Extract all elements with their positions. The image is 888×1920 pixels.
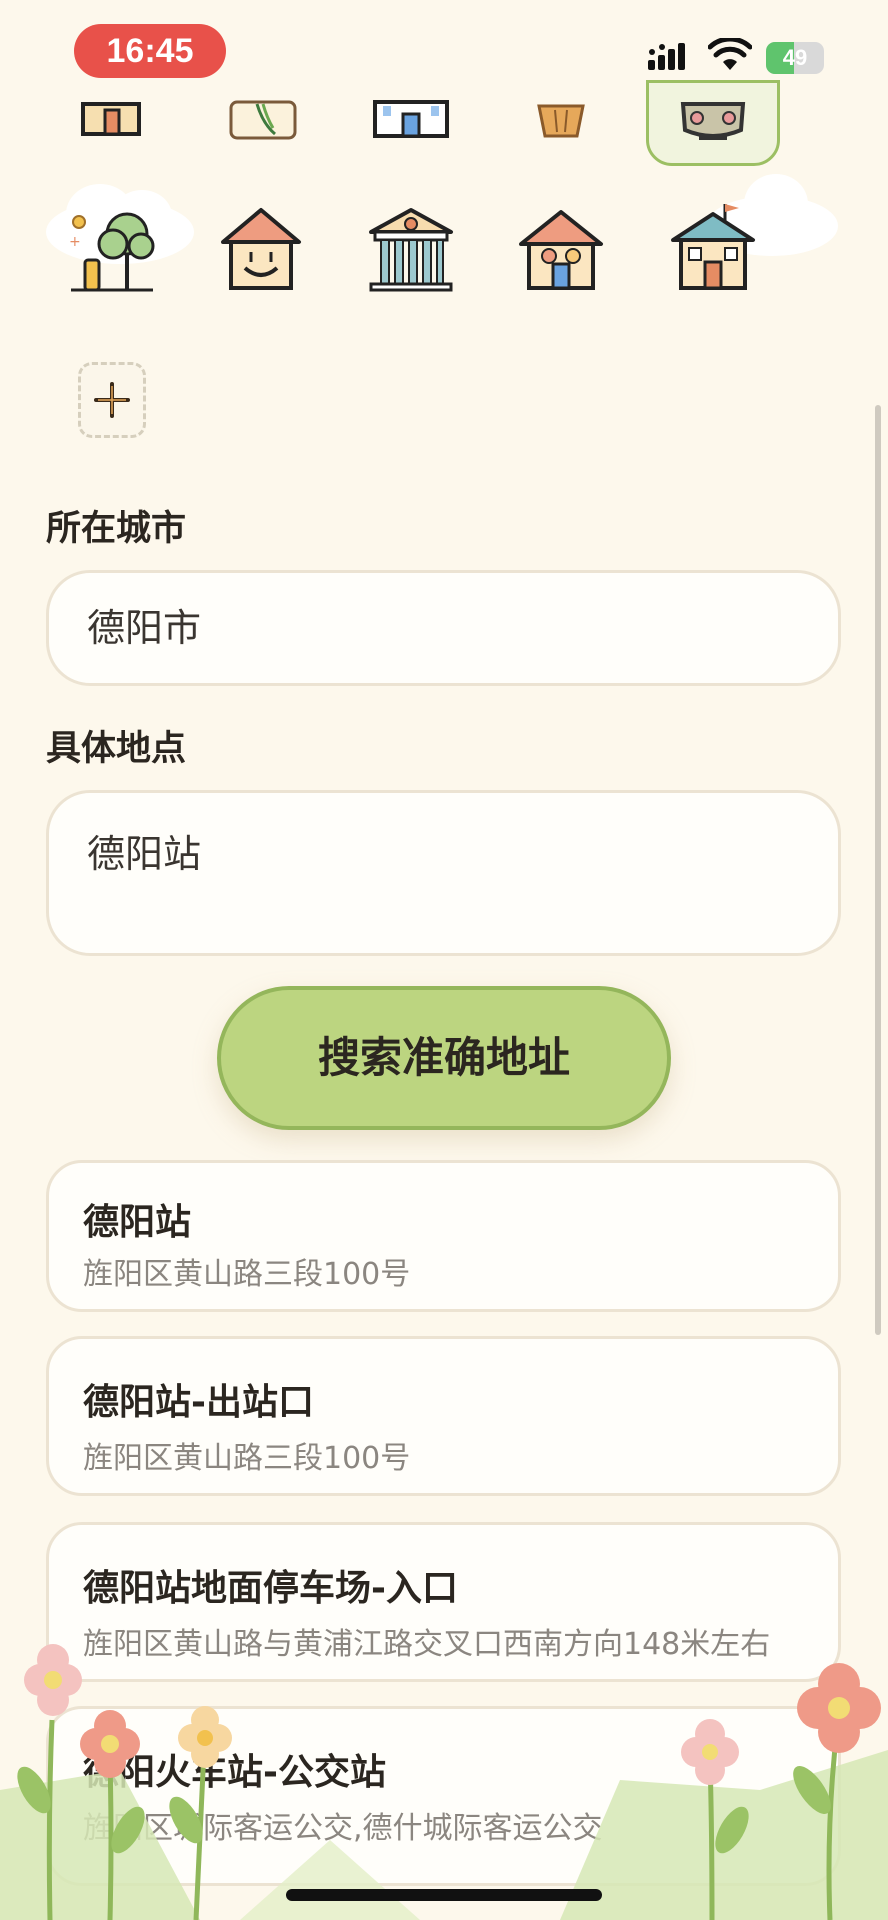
creature-icon[interactable] [663, 44, 763, 144]
place-field[interactable]: 德阳站 [46, 790, 841, 956]
city-field-value: 德阳市 [87, 606, 202, 650]
result-name: 德阳站-出站口 [83, 1382, 314, 1423]
result-address: 旌阳区黄山路三段100号 [83, 1257, 411, 1292]
add-icon-button[interactable] [78, 362, 146, 438]
result-address: 旌阳区城际客运公交,德什城际客运公交 [83, 1811, 603, 1846]
park-trees-icon[interactable]: + [61, 198, 161, 298]
flag-house-icon[interactable] [663, 198, 763, 298]
city-field[interactable]: 德阳市 [46, 570, 841, 686]
door-house-icon[interactable] [61, 44, 161, 144]
basket-icon[interactable] [511, 44, 611, 144]
result-name: 德阳站 [83, 1202, 192, 1243]
blue-building-icon[interactable] [361, 44, 461, 144]
search-address-button[interactable]: 搜索准确地址 [217, 986, 671, 1130]
plus-icon [94, 382, 130, 418]
battery-percentage: 49 [782, 45, 808, 70]
smile-house-icon[interactable] [211, 198, 311, 298]
battery-charging-icon: 49 [766, 42, 824, 74]
result-item[interactable]: 德阳站-出站口 旌阳区黄山路三段100号 [46, 1336, 841, 1496]
result-name: 德阳站地面停车场-入口 [83, 1568, 458, 1609]
family-house-icon[interactable] [511, 198, 611, 298]
svg-text:+: + [69, 234, 81, 250]
result-item[interactable]: 德阳火车站-公交站 旌阳区城际客运公交,德什城际客运公交 [46, 1706, 841, 1886]
result-item[interactable]: 德阳站 旌阳区黄山路三段100号 [46, 1160, 841, 1312]
result-name: 德阳火车站-公交站 [83, 1752, 386, 1793]
home-indicator[interactable] [286, 1889, 602, 1901]
scrollbar[interactable] [875, 405, 881, 1335]
result-item[interactable]: 德阳站地面停车场-入口 旌阳区黄山路与黄浦江路交叉口西南方向148米左右 [46, 1522, 841, 1682]
place-field-value: 德阳站 [87, 832, 202, 876]
bank-icon[interactable] [361, 198, 461, 298]
result-address: 旌阳区黄山路与黄浦江路交叉口西南方向148米左右 [83, 1627, 771, 1662]
place-label: 具体地点 [46, 729, 187, 769]
plant-box-icon[interactable] [211, 44, 311, 144]
result-address: 旌阳区黄山路三段100号 [83, 1441, 411, 1476]
city-label: 所在城市 [46, 509, 187, 549]
